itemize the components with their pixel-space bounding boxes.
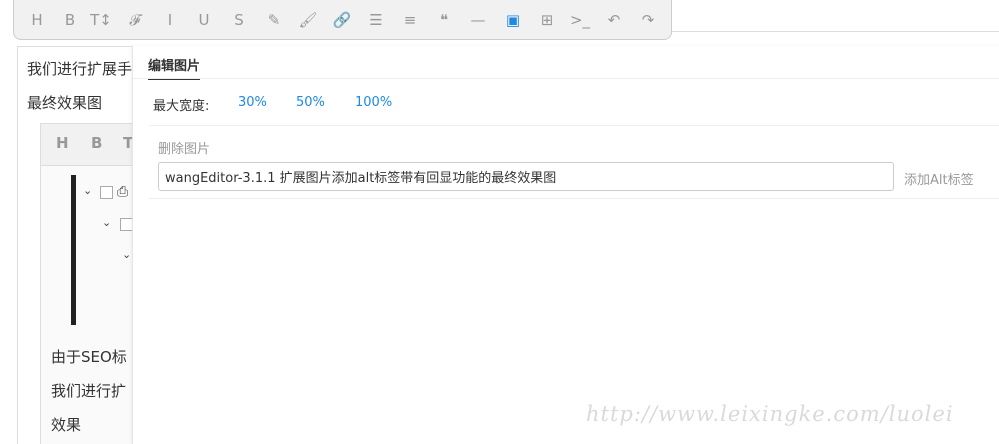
font-size-icon[interactable]: T↕	[90, 9, 112, 31]
redo-icon[interactable]: ↷	[637, 9, 659, 31]
edit-image-panel: 编辑图片 最大宽度: 30% 50% 100% 删除图片 添加Alt标签	[132, 46, 999, 444]
fore-color-icon[interactable]: ✎	[263, 9, 285, 31]
back-color-icon[interactable]: 🖌	[297, 9, 319, 31]
code-icon[interactable]: >_	[569, 9, 591, 31]
underline-icon[interactable]: U	[193, 9, 215, 31]
divider	[149, 198, 999, 199]
nested-heading-button: H	[56, 134, 69, 152]
font-name-icon[interactable]: 𝓕	[124, 9, 146, 31]
heading-icon[interactable]: H	[26, 9, 48, 31]
panel-tab-bar: 编辑图片	[133, 46, 999, 80]
divider	[149, 125, 999, 126]
image-icon[interactable]: ▣	[502, 9, 524, 31]
delete-image-link[interactable]: 删除图片	[158, 138, 210, 157]
divider-icon[interactable]: —	[467, 9, 489, 31]
toolbar-border	[672, 31, 999, 32]
nested-bold-button: B	[91, 134, 103, 152]
bold-icon[interactable]: B	[59, 9, 81, 31]
width-50-link[interactable]: 50%	[296, 95, 325, 110]
italic-icon[interactable]: I	[159, 9, 181, 31]
watermark-text: http://www.leixingke.com/luolei	[586, 402, 954, 426]
printer-icon: ⎙	[117, 184, 129, 200]
list-icon[interactable]: ☰	[365, 9, 387, 31]
max-width-label: 最大宽度:	[153, 99, 210, 114]
editor-toolbar: H B T↕ 𝓕 I U S ✎ 🖌 🔗 ☰ ≡ ❝ — ▣ ⊞ >_ ↶ ↷	[13, 0, 672, 40]
tab-edit-image[interactable]: 编辑图片	[148, 55, 201, 80]
tree-scroll-bar	[71, 175, 76, 325]
chevron-down-icon: ⌄	[122, 248, 132, 261]
checkbox-icon	[100, 186, 113, 199]
quote-icon[interactable]: ❝	[433, 9, 455, 31]
table-icon[interactable]: ⊞	[536, 9, 558, 31]
strikethrough-icon[interactable]: S	[228, 9, 250, 31]
nested-editor-line: 我们进行扩	[51, 382, 127, 400]
editor-line: 最终效果图	[27, 94, 103, 112]
width-100-link[interactable]: 100%	[355, 95, 392, 110]
justify-icon[interactable]: ≡	[399, 9, 421, 31]
editor-line: 我们进行扩展手	[27, 60, 133, 78]
link-icon[interactable]: 🔗	[331, 9, 353, 31]
chevron-down-icon: ⌄	[83, 184, 93, 197]
chevron-down-icon: ⌄	[102, 216, 112, 229]
undo-icon[interactable]: ↶	[603, 9, 625, 31]
nested-editor-line: 效果	[51, 416, 82, 434]
add-alt-button[interactable]: 添加Alt标签	[904, 169, 974, 188]
nested-editor-line: 由于SEO标	[51, 348, 127, 366]
width-30-link[interactable]: 30%	[238, 95, 267, 110]
alt-text-input[interactable]	[158, 162, 894, 191]
